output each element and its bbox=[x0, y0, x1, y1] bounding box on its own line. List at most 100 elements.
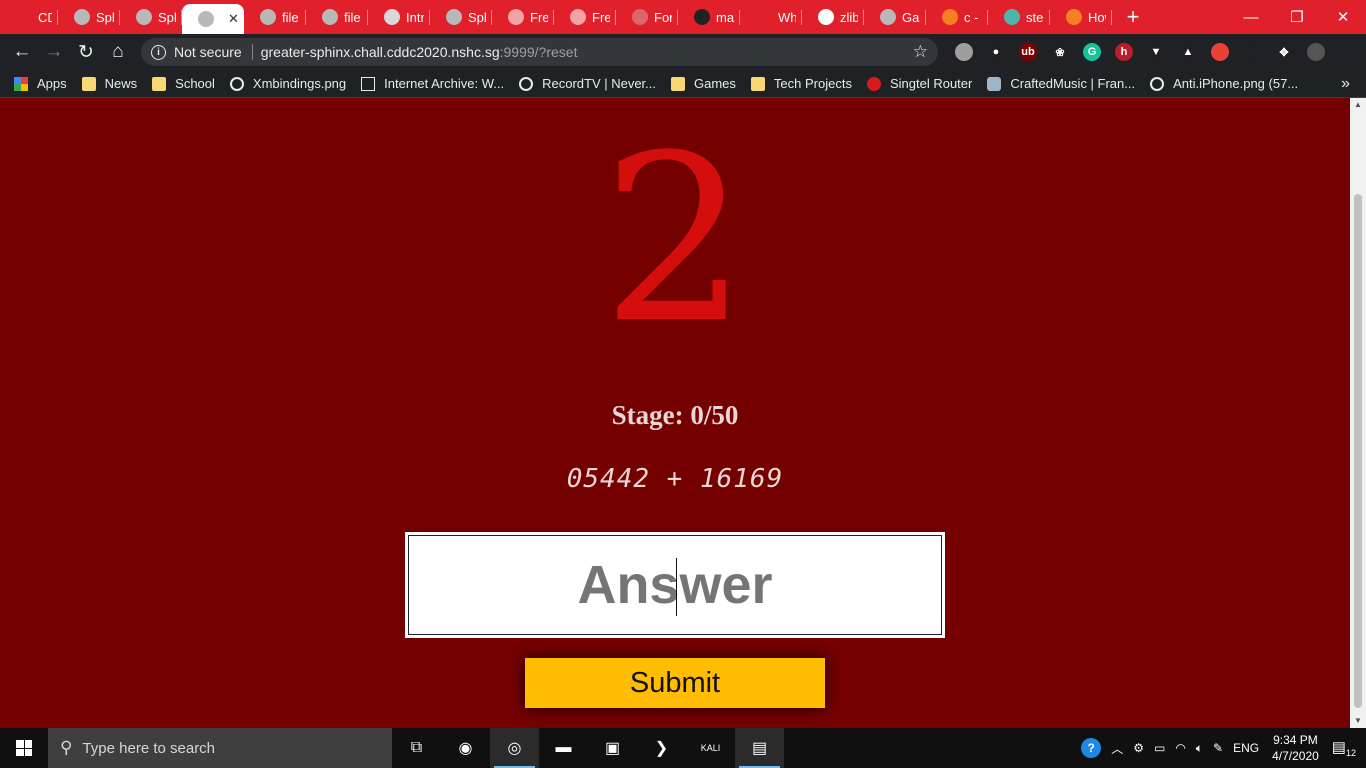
scrollbar-thumb[interactable] bbox=[1354, 194, 1362, 708]
bookmark-item[interactable]: News bbox=[81, 76, 137, 91]
bookmark-item[interactable]: Internet Archive: W... bbox=[361, 76, 504, 91]
scroll-up-arrow-icon[interactable]: ▲ bbox=[1350, 98, 1366, 112]
ublock-icon[interactable]: ub bbox=[1019, 43, 1037, 61]
scroll-down-arrow-icon[interactable]: ▼ bbox=[1350, 714, 1366, 728]
browser-tab[interactable]: Sphi bbox=[58, 0, 120, 34]
browser-tab[interactable]: Sphi bbox=[430, 0, 492, 34]
powershell-icon[interactable]: ❯ bbox=[637, 728, 686, 768]
bookmark-item[interactable]: CraftedMusic | Fran... bbox=[987, 76, 1135, 91]
globe-icon bbox=[519, 76, 534, 91]
browser-tab[interactable]: Fore bbox=[616, 0, 678, 34]
countdown-timer: 2 bbox=[601, 107, 749, 374]
submit-button[interactable]: Submit bbox=[525, 658, 825, 708]
reload-button[interactable]: ↻ bbox=[70, 36, 102, 68]
page-scrollbar[interactable]: ▲ ▼ bbox=[1350, 98, 1366, 728]
free-icon bbox=[508, 9, 524, 25]
tray-chevron-icon[interactable]: ︿ bbox=[1111, 740, 1123, 757]
browser-tab[interactable]: S✕ bbox=[182, 4, 244, 34]
vue-devtools-icon[interactable]: ▼ bbox=[1147, 43, 1165, 61]
browser-tab[interactable]: maz bbox=[678, 0, 740, 34]
browser-tab[interactable]: Free bbox=[492, 0, 554, 34]
notification-center-icon[interactable]: ▤12 bbox=[1332, 738, 1356, 758]
browser-tab[interactable]: file ( bbox=[244, 0, 306, 34]
info-icon[interactable]: i bbox=[151, 44, 166, 60]
github-icon bbox=[694, 9, 710, 25]
browser-tab[interactable]: How bbox=[1050, 0, 1112, 34]
bookmark-item[interactable]: Tech Projects bbox=[750, 76, 852, 91]
ninja-ext-icon[interactable]: ● bbox=[987, 43, 1005, 61]
back-button[interactable]: ← bbox=[6, 36, 38, 68]
answer-box bbox=[405, 532, 945, 638]
control-panel-icon[interactable]: ▣ bbox=[588, 728, 637, 768]
taskbar-search[interactable]: ⚲ Type here to search bbox=[48, 728, 392, 768]
extensions-puzzle-icon[interactable]: ✥ bbox=[1275, 43, 1293, 61]
language-indicator[interactable]: ENG bbox=[1233, 741, 1259, 755]
browser-tab[interactable]: zlib: bbox=[802, 0, 864, 34]
minimize-button[interactable]: — bbox=[1228, 0, 1274, 34]
grammarly-icon[interactable]: G bbox=[1083, 43, 1101, 61]
notification-count: 12 bbox=[1345, 748, 1356, 758]
maximize-button[interactable]: ❐ bbox=[1274, 0, 1320, 34]
extensions-area: ● ub ❀ Gh ▼ ▲ ✥ bbox=[948, 38, 1332, 66]
url-path: :9999/?reset bbox=[499, 44, 578, 60]
clock-date: 4/7/2020 bbox=[1272, 749, 1319, 763]
address-bar[interactable]: i Not secure greater-sphinx.chall.cddc20… bbox=[141, 38, 938, 66]
shield-ext-icon[interactable] bbox=[955, 43, 973, 61]
omnibox-divider bbox=[251, 44, 253, 60]
browser-tab[interactable]: CDD bbox=[0, 0, 58, 34]
browser-tab[interactable]: Free bbox=[554, 0, 616, 34]
task-view-icon[interactable]: ⧉ bbox=[392, 728, 441, 768]
bookmarks-more-button[interactable]: » bbox=[1341, 75, 1350, 93]
window-controls: — ❐ ✕ bbox=[1228, 0, 1366, 34]
browser-tab[interactable]: Sphi bbox=[120, 0, 182, 34]
bookmark-item[interactable]: School bbox=[152, 76, 215, 91]
bookmark-label: School bbox=[175, 76, 215, 91]
start-button[interactable] bbox=[0, 728, 48, 768]
profile-avatar[interactable] bbox=[1307, 43, 1325, 61]
browser-tab[interactable]: Intro bbox=[368, 0, 430, 34]
battery-icon[interactable]: ▭ bbox=[1154, 741, 1165, 755]
kali-icon[interactable]: KALI bbox=[686, 728, 735, 768]
close-window-button[interactable]: ✕ bbox=[1320, 0, 1366, 34]
tab-strip: CDD Sphi Sphi S✕ file (file (Intro Sphi Free Fr… bbox=[0, 0, 1112, 34]
python-file-icon[interactable]: ▤ bbox=[735, 728, 784, 768]
browser-tab[interactable]: file ( bbox=[306, 0, 368, 34]
edge-icon[interactable]: ◉ bbox=[441, 728, 490, 768]
forward-button[interactable]: → bbox=[38, 36, 70, 68]
singtel-icon bbox=[866, 76, 881, 91]
bookmark-item[interactable]: RecordTV | Never... bbox=[519, 76, 656, 91]
drive-icon[interactable]: ▲ bbox=[1179, 43, 1197, 61]
bookmark-item[interactable]: Singtel Router bbox=[866, 76, 972, 91]
bookmark-item[interactable]: Games bbox=[671, 76, 736, 91]
close-tab-icon[interactable]: ✕ bbox=[228, 11, 239, 27]
browser-tab[interactable]: Why bbox=[740, 0, 802, 34]
answer-input[interactable] bbox=[407, 534, 943, 636]
globe-icon bbox=[136, 9, 152, 25]
file-explorer-icon[interactable]: ▬ bbox=[539, 728, 588, 768]
colorpick-icon[interactable] bbox=[1211, 43, 1229, 61]
new-tab-button[interactable]: + bbox=[1118, 4, 1148, 30]
help-icon[interactable]: ? bbox=[1081, 738, 1102, 758]
tab-title: Sphi bbox=[468, 9, 486, 25]
cookie-ext-icon[interactable]: ❀ bbox=[1051, 43, 1069, 61]
globe-icon bbox=[322, 9, 338, 25]
volume-icon[interactable]: 🔈︎ bbox=[1196, 741, 1203, 756]
dark-ext-icon[interactable] bbox=[1243, 43, 1261, 61]
home-button[interactable]: ⌂ bbox=[102, 36, 134, 68]
globe-icon bbox=[74, 9, 90, 25]
browser-tab[interactable]: steg bbox=[988, 0, 1050, 34]
browser-tab[interactable]: Gam bbox=[864, 0, 926, 34]
bookmark-item[interactable]: Apps bbox=[14, 76, 67, 91]
steam-icon[interactable]: ⚙ bbox=[1133, 741, 1144, 755]
bookmark-label: Tech Projects bbox=[773, 76, 852, 91]
hypothesis-icon[interactable]: h bbox=[1115, 43, 1133, 61]
network-icon[interactable]: ◠ bbox=[1175, 741, 1185, 755]
bookmark-star-icon[interactable]: ☆ bbox=[913, 42, 928, 62]
pen-icon[interactable]: ✎ bbox=[1213, 741, 1223, 755]
browser-tab[interactable]: c - D bbox=[926, 0, 988, 34]
zlib-icon bbox=[818, 9, 834, 25]
clock[interactable]: 9:34 PM 4/7/2020 bbox=[1272, 732, 1319, 764]
chrome-icon[interactable]: ◎ bbox=[490, 728, 539, 768]
bookmark-item[interactable]: Anti.iPhone.png (57... bbox=[1150, 76, 1298, 91]
bookmark-item[interactable]: Xmbindings.png bbox=[229, 76, 346, 91]
